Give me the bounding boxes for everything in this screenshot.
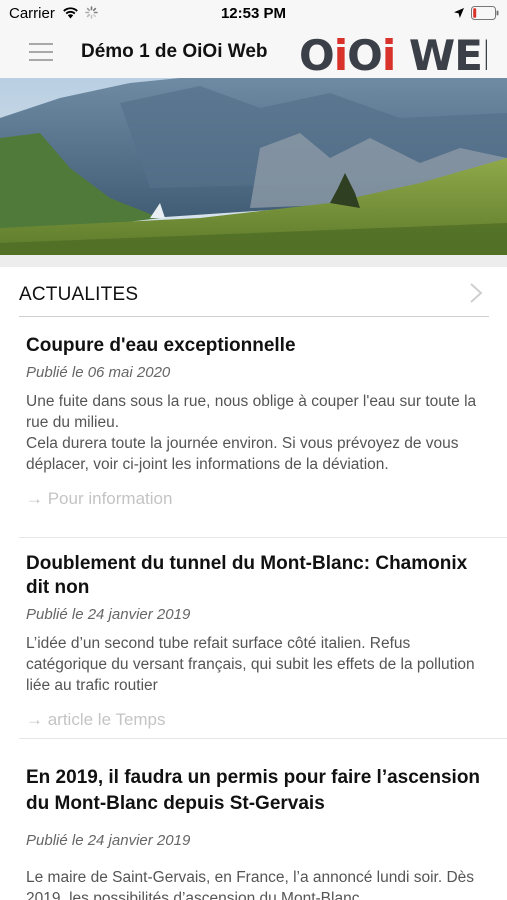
- app-header: Démo 1 de OiOi Web OiOi WEB: [0, 28, 507, 78]
- page-title: Démo 1 de OiOi Web: [81, 41, 268, 62]
- news-link[interactable]: → Pour information: [26, 489, 172, 509]
- svg-text:OiOi WEB: OiOi WEB: [299, 32, 487, 76]
- section-separator: [0, 255, 507, 267]
- battery-icon: [471, 6, 499, 20]
- news-body: L’idée d’un second tube refait surface c…: [26, 635, 475, 694]
- status-bar: Carrier 12:53 PM: [0, 0, 507, 28]
- news-title: En 2019, il faudra un permis pour faire …: [26, 767, 481, 814]
- hero-image: [0, 78, 507, 255]
- news-title: Coupure d'eau exceptionnelle: [26, 335, 296, 356]
- news-link[interactable]: → article le Temps: [26, 710, 166, 730]
- news-item[interactable]: En 2019, il faudra un permis pour faire …: [26, 765, 482, 900]
- status-time: 12:53 PM: [220, 5, 287, 22]
- oioi-web-logo: OiOi WEB: [299, 32, 487, 76]
- news-body: Une fuite dans sous la rue, nous oblige …: [26, 393, 477, 473]
- news-item[interactable]: Doublement du tunnel du Mont-Blanc: Cham…: [26, 552, 482, 730]
- news-date: Publié le 24 janvier 2019: [26, 606, 191, 623]
- news-body: Le maire de Saint-Gervais, en France, l’…: [26, 869, 475, 900]
- chevron-right-icon: [470, 283, 483, 303]
- divider: [19, 537, 507, 538]
- location-arrow-icon: [454, 8, 464, 18]
- section-title: ACTUALITES: [19, 284, 139, 305]
- news-date: Publié le 06 mai 2020: [26, 364, 171, 381]
- menu-icon[interactable]: [29, 43, 53, 63]
- news-item[interactable]: Coupure d'eau exceptionnelle Publié le 0…: [26, 334, 482, 509]
- news-section-header[interactable]: ACTUALITES: [19, 270, 489, 317]
- divider: [19, 738, 507, 739]
- news-date: Publié le 24 janvier 2019: [26, 832, 191, 849]
- news-title: Doublement du tunnel du Mont-Blanc: Cham…: [26, 553, 468, 598]
